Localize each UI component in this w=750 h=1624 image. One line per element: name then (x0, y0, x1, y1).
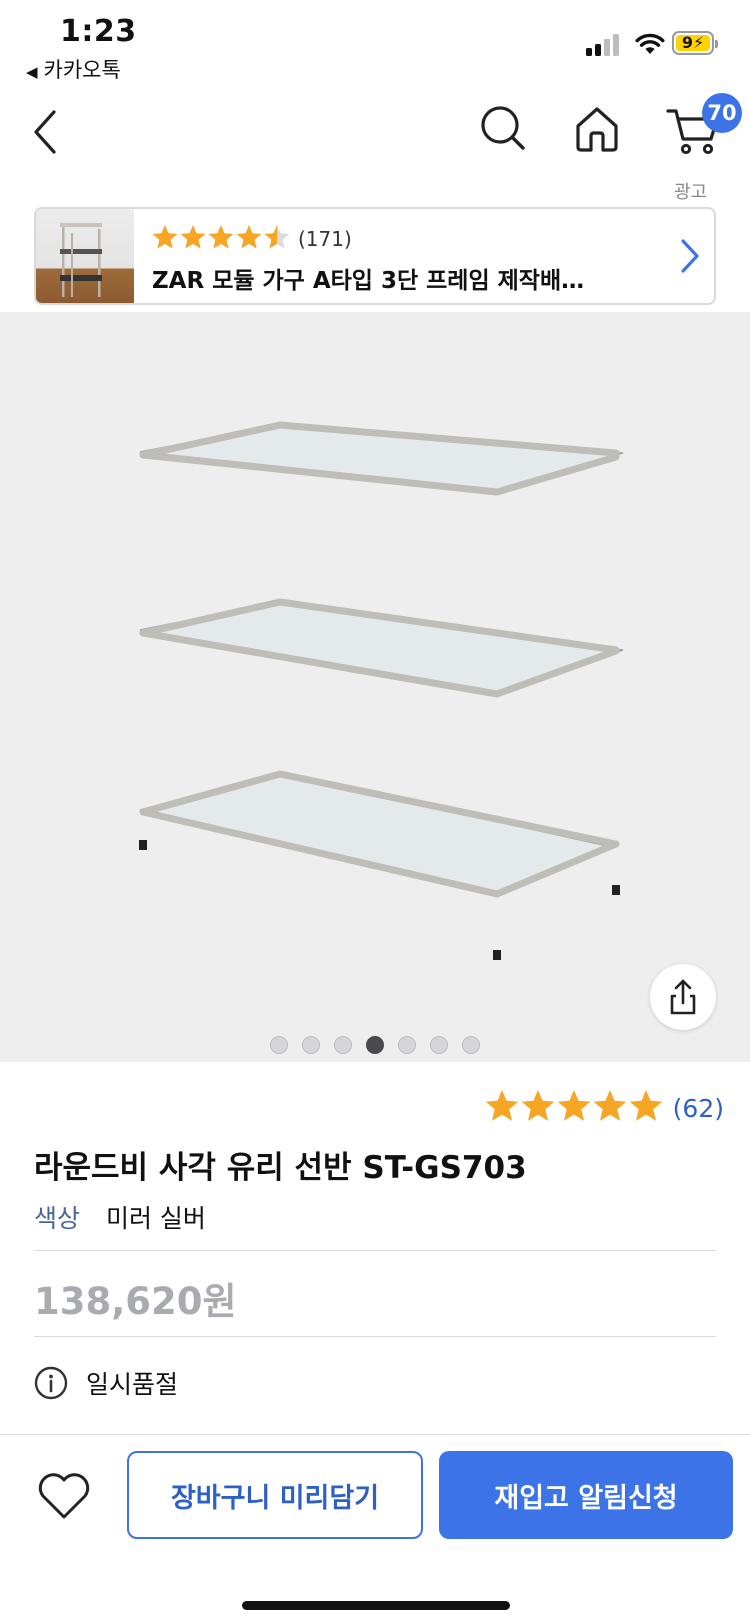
pagination-dot[interactable] (462, 1036, 480, 1054)
product-star (521, 1090, 554, 1121)
product-review-count[interactable]: (62) (673, 1094, 724, 1123)
product-star (593, 1090, 626, 1121)
pagination-dot[interactable] (302, 1036, 320, 1054)
home-icon[interactable] (574, 105, 620, 153)
product-star-rating-icon (485, 1090, 662, 1121)
gallery-pagination[interactable] (270, 1036, 480, 1056)
cart-count-badge: 70 (702, 93, 742, 133)
ad-card[interactable]: (171) ZAR 모듈 가구 A타입 3단 프레임 제작배… (34, 207, 716, 305)
ad-title: ZAR 모듈 가구 A타입 3단 프레임 제작배… (152, 268, 585, 294)
share-button[interactable] (650, 964, 716, 1030)
info-icon (34, 1366, 68, 1400)
product-star (485, 1090, 518, 1121)
clock: 1:23 (60, 14, 137, 49)
wifi-icon (635, 33, 665, 54)
ad-review-count: (171) (298, 227, 352, 251)
ad-thumbnail (36, 209, 134, 303)
ad-label: 광고 (674, 182, 708, 203)
home-indicator (242, 1601, 510, 1610)
product-option-row: 색상 미러 실버 (34, 1199, 206, 1235)
status-bar: 1:23 ◀ 카카오톡 9⚡ (0, 0, 750, 90)
ad-star (236, 225, 262, 249)
ad-star-rating-icon (152, 225, 290, 249)
pagination-dot[interactable] (398, 1036, 416, 1054)
option-value: 미러 실버 (105, 1204, 206, 1233)
share-icon (670, 979, 696, 1015)
search-icon[interactable] (480, 105, 526, 153)
divider (34, 1250, 716, 1251)
back-triangle-icon: ◀ (26, 63, 38, 81)
divider (34, 1336, 716, 1337)
product-image-glass-shelf (138, 421, 624, 960)
pagination-dot[interactable] (430, 1036, 448, 1054)
product-title: 라운드비 사각 유리 선반 ST-GS703 (34, 1150, 527, 1186)
heart-icon[interactable] (34, 1466, 94, 1526)
battery-icon: 9⚡ (672, 31, 718, 55)
stock-status: 일시품절 (34, 1366, 178, 1400)
pagination-dot[interactable] (334, 1036, 352, 1054)
battery-level: 9 (681, 33, 693, 52)
chevron-right-icon (681, 239, 699, 273)
chevron-left-icon[interactable] (30, 108, 60, 156)
ad-star (180, 225, 206, 249)
cellular-signal-icon (586, 32, 622, 56)
product-star (629, 1090, 662, 1121)
pagination-dot[interactable] (270, 1036, 288, 1054)
top-nav (0, 90, 750, 174)
product-price: 138,620원 (34, 1280, 237, 1323)
product-rating[interactable]: (62) (485, 1090, 724, 1126)
stock-status-text: 일시품절 (86, 1370, 179, 1399)
restock-alert-button[interactable]: 재입고 알림신청 (439, 1451, 733, 1539)
pagination-dot[interactable] (366, 1036, 384, 1054)
option-label: 색상 (34, 1204, 81, 1233)
product-star (557, 1090, 590, 1121)
add-to-cart-button[interactable]: 장바구니 미리담기 (127, 1451, 423, 1539)
product-image-gallery[interactable] (0, 312, 750, 1062)
ad-rating: (171) (152, 225, 352, 253)
back-app-label: 카카오톡 (43, 58, 121, 82)
ad-star (152, 225, 178, 249)
back-to-app-link[interactable]: ◀ 카카오톡 (26, 54, 121, 84)
ad-star (208, 225, 234, 249)
